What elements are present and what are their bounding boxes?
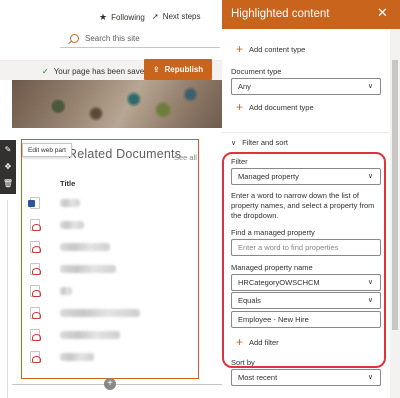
document-row[interactable] [30, 280, 195, 302]
chevron-down-icon: ∨ [367, 279, 373, 286]
filter-sort-heading: Filter and sort [242, 138, 288, 147]
blurred-title [60, 221, 84, 229]
blurred-title [60, 243, 110, 251]
blurred-title [60, 331, 120, 339]
filter-value: Managed property [238, 172, 299, 181]
page: ★ Following ➚ Next steps Search this sit… [0, 0, 400, 398]
search-placeholder: Search this site [85, 34, 140, 43]
managed-property-dropdown[interactable]: HRCategoryOWSCHCM ∨ [231, 274, 381, 291]
title-column-header[interactable]: Title [60, 179, 75, 188]
republish-icon: ⇪ [152, 65, 160, 74]
blurred-title [60, 265, 116, 273]
pane-scrollbar-thumb[interactable] [392, 60, 398, 330]
close-icon[interactable]: ✕ [377, 5, 388, 21]
plus-icon: + [236, 100, 244, 114]
document-row[interactable] [30, 258, 195, 280]
add-filter-button[interactable]: + Add filter [236, 336, 279, 348]
webpart-title: Related Documents [68, 147, 182, 161]
pdf-icon [30, 351, 41, 363]
pdf-icon [30, 219, 41, 231]
add-section-icon[interactable]: + [104, 378, 116, 390]
pdf-icon [30, 307, 41, 319]
site-header: ★ Following ➚ Next steps [0, 0, 222, 30]
operator-value: Equals [238, 296, 261, 305]
blurred-title [60, 199, 80, 207]
following-button[interactable]: ★ Following [99, 12, 145, 23]
filter-label: Filter [231, 157, 248, 166]
chevron-down-icon: ∨ [367, 374, 373, 381]
section-edge [0, 200, 8, 398]
add-document-type-label: Add document type [249, 102, 314, 112]
add-document-type-button[interactable]: + Add document type [236, 101, 314, 113]
page-canvas: ★ Following ➚ Next steps Search this sit… [0, 0, 222, 398]
document-row[interactable] [30, 236, 195, 258]
next-steps-label: Next steps [162, 12, 201, 21]
search-icon [70, 34, 79, 43]
see-all-link[interactable]: See all [174, 153, 197, 162]
section-divider [12, 384, 222, 385]
filter-sort-section-header[interactable]: ∨ Filter and sort [222, 132, 390, 152]
sort-by-dropdown[interactable]: Most recent ∨ [231, 369, 381, 386]
saved-status: ✓ Your page has been saved [42, 67, 149, 76]
search-box[interactable]: Search this site [60, 30, 220, 48]
pdf-icon [30, 263, 41, 275]
pane-title: Highlighted content [231, 8, 330, 20]
plus-icon: + [236, 42, 244, 56]
filter-value-input[interactable]: Employee - New Hire [231, 311, 381, 328]
filter-help-text: Enter a word to narrow down the list of … [231, 191, 375, 220]
find-property-label: Find a managed property [231, 228, 315, 237]
saved-status-text: Your page has been saved [53, 67, 149, 76]
rocket-icon: ➚ [152, 12, 159, 21]
add-content-type-label: Add content type [249, 44, 306, 54]
hero-image [12, 80, 222, 128]
add-content-type-button[interactable]: + Add content type [236, 43, 305, 55]
star-icon: ★ [99, 12, 108, 22]
sort-by-value: Most recent [238, 373, 278, 382]
following-label: Following [111, 13, 145, 22]
sort-by-label: Sort by [231, 358, 255, 367]
pdf-icon [30, 285, 41, 297]
add-filter-label: Add filter [249, 337, 279, 347]
document-row[interactable] [30, 214, 195, 236]
document-row[interactable] [30, 324, 195, 346]
move-icon[interactable]: ✥ [5, 162, 12, 171]
pdf-icon [30, 329, 41, 341]
managed-property-name-label: Managed property name [231, 263, 313, 272]
checkmark-icon: ✓ [42, 67, 49, 76]
property-pane: Highlighted content ✕ + Add content type… [222, 0, 400, 398]
filter-dropdown[interactable]: Managed property ∨ [231, 168, 381, 185]
pane-body: + Add content type Document type Any ∨ +… [222, 29, 390, 398]
document-type-value: Any [238, 82, 251, 91]
trash-icon[interactable]: 🗑 [3, 179, 13, 188]
pdf-icon [30, 241, 41, 253]
edit-webpart-tooltip: Edit web part [22, 143, 72, 157]
operator-dropdown[interactable]: Equals ∨ [231, 292, 381, 309]
next-steps-button[interactable]: ➚ Next steps [152, 12, 201, 21]
document-row[interactable] [30, 302, 195, 324]
pane-header: Highlighted content ✕ [222, 0, 400, 29]
blurred-title [60, 309, 140, 317]
blurred-title [60, 287, 72, 295]
chevron-down-icon: ∨ [367, 297, 373, 304]
document-type-dropdown[interactable]: Any ∨ [231, 78, 381, 95]
chevron-down-icon: ∨ [367, 83, 373, 90]
webpart-toolbar: ✎ ✥ 🗑 [0, 140, 16, 194]
chevron-down-icon: ∨ [231, 139, 237, 147]
find-property-input[interactable]: Enter a word to find properties [231, 239, 381, 256]
republish-button[interactable]: ⇪ Republish [144, 59, 212, 80]
document-row[interactable] [30, 346, 195, 368]
chevron-down-icon: ∨ [367, 173, 373, 180]
document-type-label: Document type [231, 67, 282, 76]
republish-label: Republish [164, 65, 204, 74]
plus-icon: + [236, 335, 244, 349]
edit-pencil-icon[interactable]: ✎ [5, 146, 12, 154]
blurred-title [60, 353, 94, 361]
word-doc-icon [28, 197, 40, 209]
document-row[interactable] [28, 192, 195, 214]
managed-property-value: HRCategoryOWSCHCM [238, 278, 320, 287]
